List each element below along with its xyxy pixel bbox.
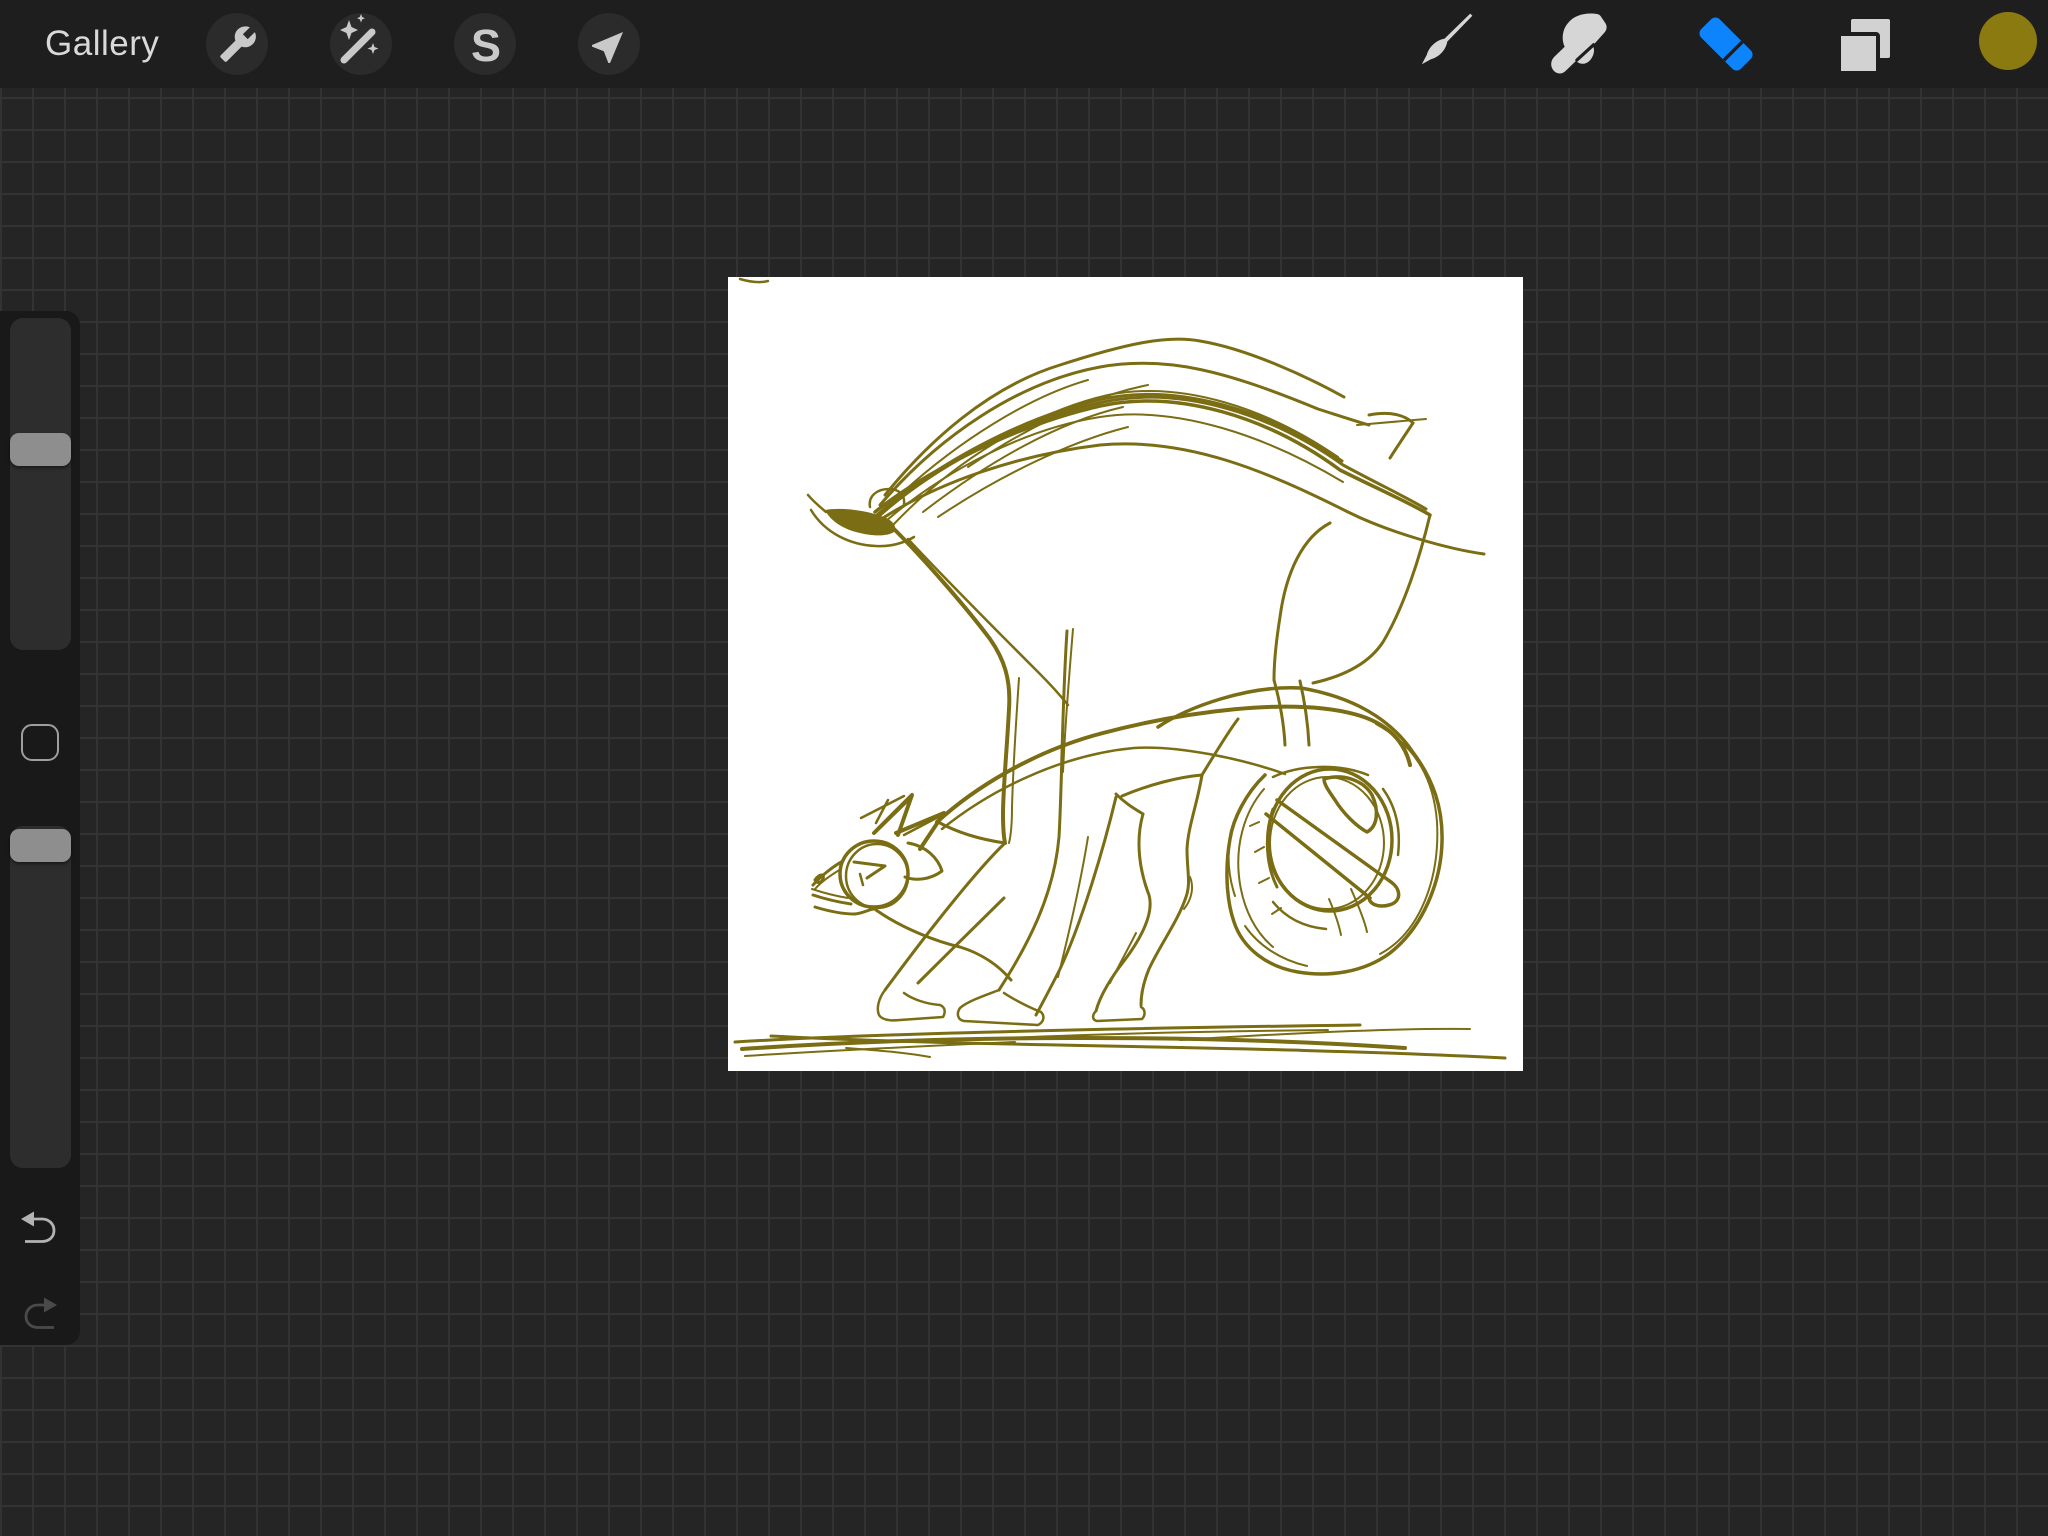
svg-text:S: S	[471, 20, 501, 71]
